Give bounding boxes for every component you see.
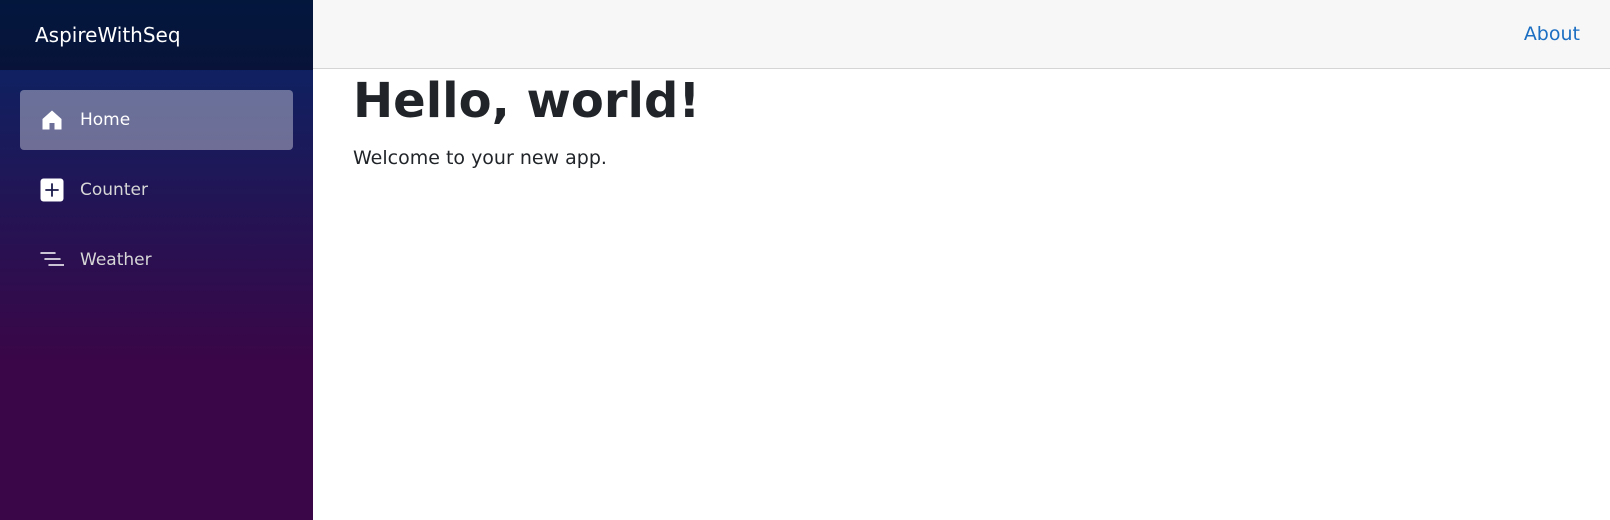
sidebar-item-label: Weather bbox=[80, 250, 152, 270]
sidebar-nav: Home Counter Weather bbox=[0, 70, 313, 290]
about-link[interactable]: About bbox=[1524, 23, 1580, 45]
page-title: Hello, world! bbox=[353, 73, 701, 129]
brand-bar: AspireWithSeq bbox=[0, 0, 313, 70]
sidebar-item-weather[interactable]: Weather bbox=[20, 230, 293, 290]
app-root: AspireWithSeq Home Counter Weather About… bbox=[0, 0, 1610, 520]
welcome-text: Welcome to your new app. bbox=[353, 146, 607, 169]
sidebar-item-counter[interactable]: Counter bbox=[20, 160, 293, 220]
sidebar-item-label: Counter bbox=[80, 180, 148, 200]
top-row: About bbox=[313, 0, 1610, 69]
content: Hello, world! Welcome to your new app. bbox=[313, 73, 1610, 169]
home-icon bbox=[40, 108, 64, 132]
plus-square-icon bbox=[40, 178, 64, 202]
brand-link[interactable]: AspireWithSeq bbox=[35, 23, 181, 47]
sidebar-item-label: Home bbox=[80, 110, 131, 130]
sidebar-item-home[interactable]: Home bbox=[20, 90, 293, 150]
sidebar: AspireWithSeq Home Counter Weather bbox=[0, 0, 313, 520]
main-area: About Hello, world! Welcome to your new … bbox=[313, 0, 1610, 520]
list-icon bbox=[40, 248, 64, 272]
